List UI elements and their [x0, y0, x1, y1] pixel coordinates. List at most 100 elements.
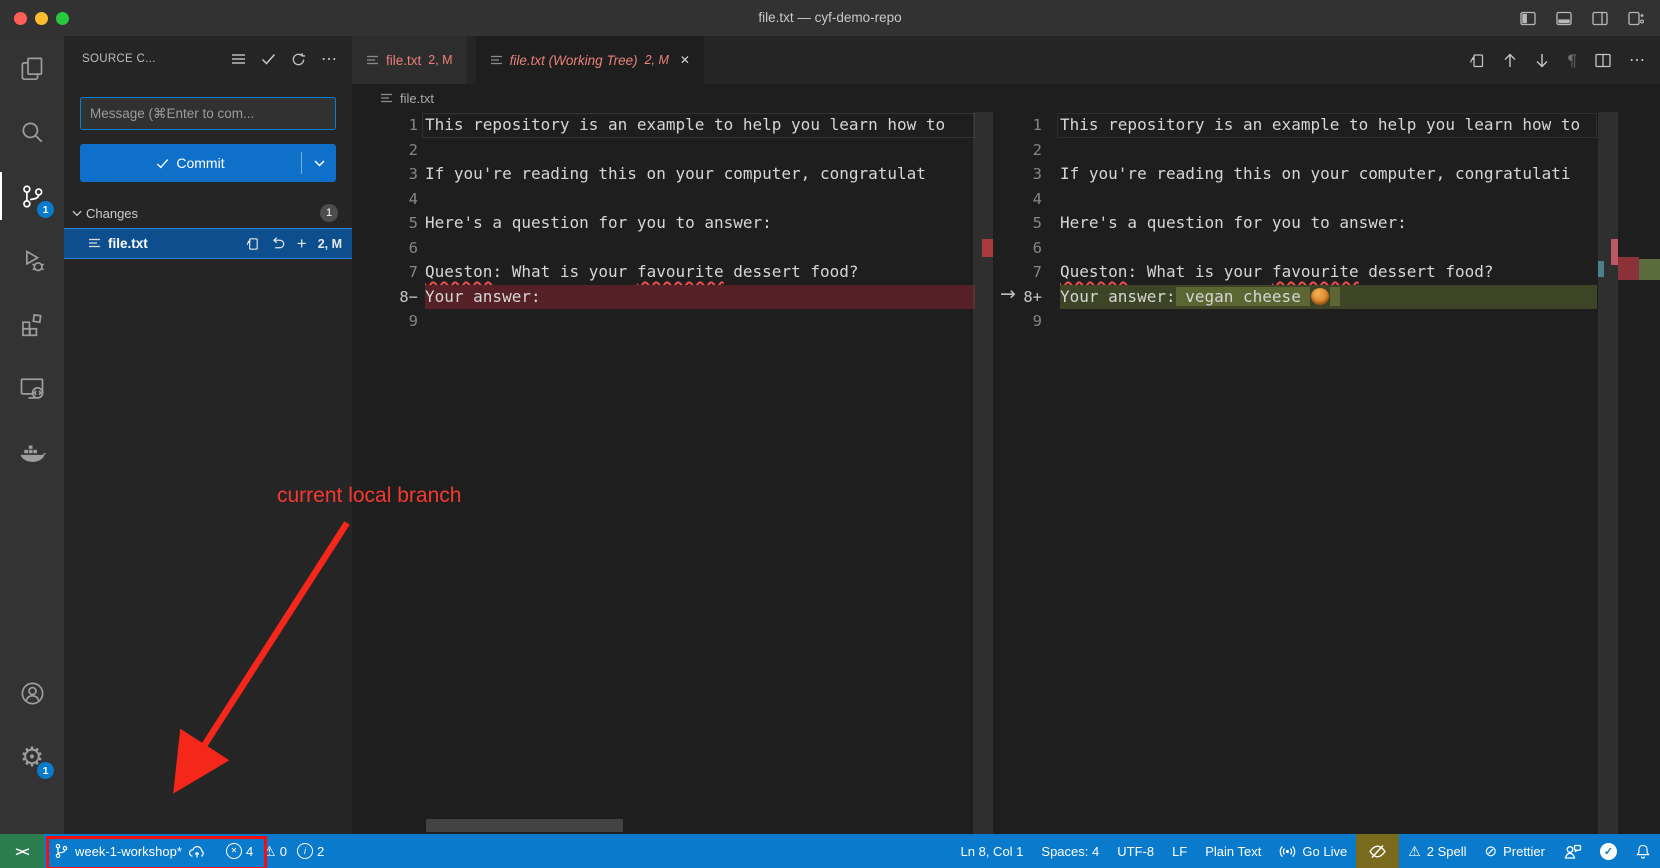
source-control-icon[interactable]: 1 [0, 164, 64, 228]
view-as-list-icon[interactable] [231, 53, 246, 65]
notifications-item[interactable] [1626, 834, 1660, 868]
language-mode-item[interactable]: Plain Text [1196, 834, 1270, 868]
changes-label: Changes [86, 206, 138, 221]
code-line-2[interactable]: 2 [995, 138, 1660, 163]
customize-layout-icon[interactable] [1628, 11, 1644, 26]
code-line-3[interactable]: 3If you're reading this on your computer… [995, 162, 1660, 187]
commit-button[interactable]: Commit [80, 144, 336, 182]
spell-checker-item[interactable]: ⚠︎ 2 Spell [1399, 834, 1475, 868]
tab-decoration: 2, M [645, 53, 669, 67]
activity-bar: 1 ⚙ 1 [0, 36, 64, 834]
error-icon: ✕ [226, 843, 242, 859]
settings-gear-icon[interactable]: ⚙ 1 [0, 725, 64, 789]
settings-badge: 1 [37, 762, 54, 779]
discard-changes-icon[interactable] [271, 236, 286, 251]
tab-file-txt[interactable]: file.txt 2, M [352, 36, 467, 84]
sync-status-item[interactable]: ✓ [1591, 834, 1626, 868]
file-decoration-badge: 2, M [318, 237, 342, 251]
code-line-9[interactable]: 9 [352, 309, 995, 334]
editor-group: file.txt 2, M file.txt (Working Tree) 2,… [352, 36, 1660, 834]
pie-emoji-icon [1311, 288, 1329, 305]
line-number: 5 [995, 211, 1042, 236]
code-line-7[interactable]: 7 Queston: What is your favourite dessert… [995, 260, 1660, 285]
explorer-icon[interactable] [0, 36, 64, 100]
bell-icon [1635, 843, 1651, 860]
feedback-item[interactable] [1554, 834, 1591, 868]
code-line-6[interactable]: 6 [995, 236, 1660, 261]
line-number: 7 [352, 260, 418, 285]
open-changes-icon[interactable] [1468, 52, 1485, 69]
branch-name: week-1-workshop* [75, 844, 182, 859]
prettier-item[interactable]: ⊘ Prettier [1476, 834, 1554, 868]
cursor-position-item[interactable]: Ln 8, Col 1 [952, 834, 1033, 868]
tab-file-txt-working-tree[interactable]: file.txt (Working Tree) 2, M ✕ [476, 36, 704, 84]
stage-changes-icon[interactable]: + [297, 235, 307, 252]
changed-file-row[interactable]: file.txt + 2, M [64, 228, 352, 259]
code-line-8[interactable]: 8+Your answer: vegan cheese [995, 285, 1660, 310]
code-line-3[interactable]: 3If you're reading this on your computer… [352, 162, 995, 187]
code-line-7[interactable]: 7Queston: What is your favourite dessert… [352, 260, 995, 285]
code-line-5[interactable]: 5 Here's a question for you to answer: [995, 211, 1660, 236]
close-tab-icon[interactable]: ✕ [680, 53, 690, 67]
diff-original-pane[interactable]: 1This repository is an example to help y… [352, 112, 995, 834]
code-line-4[interactable]: 4 [352, 187, 995, 212]
toggle-secondary-sidebar-icon[interactable] [1592, 11, 1608, 26]
commit-check-icon[interactable] [261, 53, 276, 65]
open-file-icon[interactable] [245, 236, 260, 251]
more-actions-icon[interactable]: ⋯ [1629, 50, 1646, 70]
more-actions-icon[interactable]: ⋯ [321, 49, 338, 69]
problems-status-item[interactable]: ✕ 4 ⚠︎ 0 i 2 [216, 834, 340, 868]
tab-label: file.txt (Working Tree) [510, 53, 638, 68]
branch-status-item[interactable]: week-1-workshop* [44, 834, 216, 868]
search-icon[interactable] [0, 100, 64, 164]
commit-message-input[interactable] [80, 97, 336, 130]
toggle-panel-icon[interactable] [1556, 11, 1572, 26]
docker-icon[interactable] [0, 420, 64, 484]
refresh-icon[interactable] [291, 52, 306, 67]
diff-editor: 1This repository is an example to help y… [352, 112, 1660, 834]
code-line-8[interactable]: 8−Your answer: [352, 285, 995, 310]
title-bar: file.txt — cyf-demo-repo [0, 0, 1660, 37]
diff-modified-pane[interactable]: 1This repository is an example to help y… [995, 112, 1660, 834]
line-text: Here's a question for you to answer: [1060, 211, 1620, 236]
eol-item[interactable]: LF [1163, 834, 1196, 868]
accounts-icon[interactable] [0, 661, 64, 725]
git-branch-icon [54, 843, 69, 859]
previous-change-icon[interactable] [1503, 53, 1517, 68]
code-line-4[interactable]: 4 [995, 187, 1660, 212]
line-number: 6 [995, 236, 1042, 261]
code-line-1[interactable]: 1This repository is an example to help y… [352, 113, 995, 138]
remote-indicator[interactable]: >< [0, 834, 44, 868]
code-line-5[interactable]: 5Here's a question for you to answer: [352, 211, 995, 236]
vscode-window: file.txt — cyf-demo-repo 1 [0, 0, 1660, 868]
code-line-2[interactable]: 2 [352, 138, 995, 163]
split-editor-icon[interactable] [1595, 53, 1611, 68]
code-line-9[interactable]: 9 [995, 309, 1660, 334]
tab-decoration: 2, M [428, 53, 452, 67]
changes-section-header[interactable]: Changes 1 [64, 200, 352, 226]
deletion-overview-mark [982, 239, 993, 257]
tab-label: file.txt [386, 53, 421, 68]
go-live-item[interactable]: Go Live [1270, 834, 1356, 868]
next-change-icon[interactable] [1535, 53, 1549, 68]
encoding-item[interactable]: UTF-8 [1108, 834, 1163, 868]
eye-closed-item[interactable] [1356, 834, 1399, 868]
chevron-down-icon [72, 210, 82, 217]
commit-dropdown-chevron[interactable] [302, 160, 336, 167]
render-whitespace-icon[interactable]: ¶ [1567, 51, 1577, 70]
line-number: 1 [352, 113, 418, 138]
publish-cloud-icon [188, 844, 206, 859]
breadcrumb[interactable]: file.txt [352, 84, 1660, 112]
code-line-1[interactable]: 1This repository is an example to help y… [995, 113, 1660, 138]
horizontal-scrollbar[interactable] [426, 819, 623, 832]
toggle-sidebar-icon[interactable] [1520, 11, 1536, 26]
diff-change-arrow-icon[interactable]: → [1000, 283, 1016, 305]
line-text: Queston: What is your favourite dessert … [1060, 260, 1620, 285]
run-debug-icon[interactable] [0, 228, 64, 292]
code-line-6[interactable]: 6 [352, 236, 995, 261]
remote-explorer-icon[interactable] [0, 356, 64, 420]
indentation-item[interactable]: Spaces: 4 [1032, 834, 1108, 868]
line-number: 7 [995, 260, 1042, 285]
extensions-icon[interactable] [0, 292, 64, 356]
line-number: 5 [352, 211, 418, 236]
